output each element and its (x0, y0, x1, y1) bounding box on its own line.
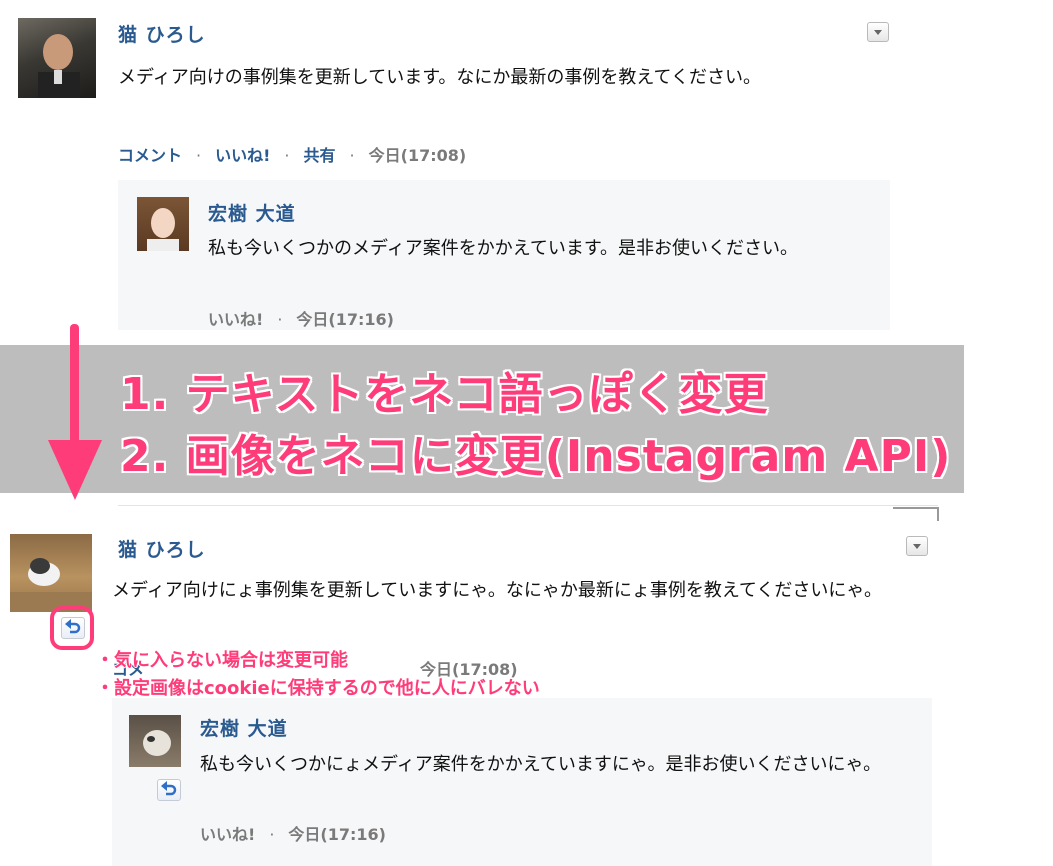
post-menu-button-after[interactable] (906, 536, 928, 556)
divider-line (118, 505, 938, 506)
separator-dot: · (284, 146, 290, 165)
separator-dot: · (277, 310, 283, 329)
note-1: ・気に入らない場合は変更可能 (96, 650, 348, 671)
post-timestamp[interactable]: 今日(17:08) (369, 146, 467, 165)
comment-avatar-before[interactable] (137, 197, 189, 251)
swap-image-button-comment[interactable] (157, 779, 181, 801)
share-link[interactable]: 共有 (304, 146, 336, 165)
banner-line-2: 2. 画像をネコに変更(Instagram API) (120, 431, 952, 482)
comment-text-before: 私も今いくつかのメディア案件をかかえています。是非お使いください。 (208, 238, 799, 259)
separator-dot: · (349, 146, 355, 165)
comment-text-after: 私も今いくつかにょメディア案件をかかえていますにゃ。是非お使いくださいにゃ。 (200, 754, 882, 775)
comment-author-before[interactable]: 宏樹 大道 (208, 199, 296, 226)
comment-timestamp[interactable]: 今日(17:16) (288, 825, 386, 844)
undo-icon (65, 619, 81, 634)
undo-icon (161, 781, 177, 796)
post-avatar-after[interactable] (10, 534, 92, 612)
down-arrow-icon (48, 324, 102, 500)
post-text-before: メディア向けの事例集を更新しています。なにか最新の事例を教えてください。 (118, 67, 761, 88)
like-link[interactable]: いいね! (208, 310, 263, 329)
post-menu-button-before[interactable] (867, 22, 889, 42)
comment-link[interactable]: コメント (118, 146, 182, 165)
cat-photo-icon (143, 730, 171, 756)
post-text-after: メディア向けにょ事例集を更新していますにゃ。なにゃか最新にょ事例を教えてください… (112, 580, 883, 601)
separator-dot: · (196, 146, 202, 165)
like-link[interactable]: いいね! (215, 146, 270, 165)
comment-actions-after: いいね! · 今日(17:16) (200, 821, 386, 845)
post-avatar-before[interactable] (18, 18, 96, 98)
post-author-before[interactable]: 猫 ひろし (118, 20, 206, 47)
banner-line-1: 1. テキストをネコ語っぽく変更 (120, 369, 769, 420)
person-photo-icon (147, 208, 179, 251)
person-photo-icon (38, 34, 80, 98)
cat-photo-icon (10, 558, 92, 612)
comment-author-after[interactable]: 宏樹 大道 (200, 714, 288, 741)
comment-timestamp[interactable]: 今日(17:16) (296, 310, 394, 329)
like-link[interactable]: いいね! (200, 825, 255, 844)
corner-mark (893, 507, 939, 521)
separator-dot: · (269, 825, 275, 844)
note-2: ・設定画像はcookieに保持するので他に人にバレない (96, 678, 540, 699)
post-author-after[interactable]: 猫 ひろし (118, 535, 206, 562)
swap-image-button[interactable] (61, 617, 85, 639)
post-actions-before: コメント · いいね! · 共有 · 今日(17:08) (118, 142, 466, 166)
comment-actions-before: いいね! · 今日(17:16) (208, 306, 394, 330)
comment-avatar-after[interactable] (129, 715, 181, 767)
